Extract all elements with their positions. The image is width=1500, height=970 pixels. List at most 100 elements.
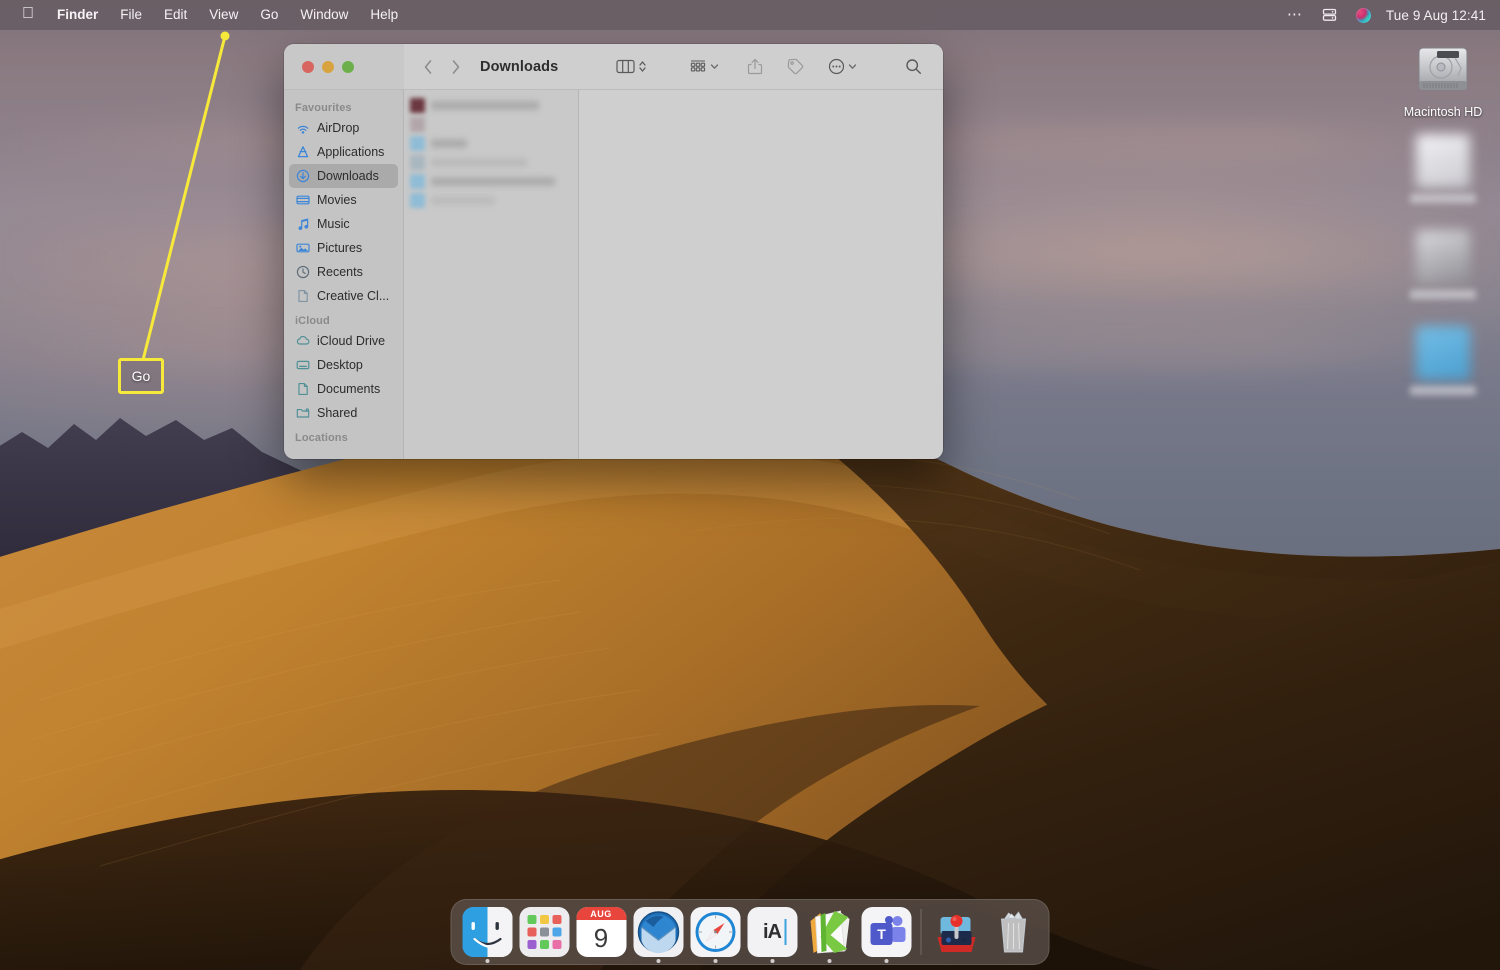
dock-item-calendar[interactable]: AUG 9 [573, 903, 630, 961]
cloud-icon [295, 334, 310, 349]
back-button[interactable] [414, 54, 442, 80]
sidebar-item-downloads[interactable]: Downloads [289, 164, 398, 188]
dock-item-thunderbird[interactable] [630, 903, 687, 963]
sidebar-item-desktop[interactable]: Desktop [289, 353, 398, 377]
file-icon [410, 136, 425, 151]
dock[interactable]: AUG 9 iA T [450, 899, 1050, 965]
dock-item-kindle[interactable] [801, 903, 858, 963]
sidebar-section-locations: Locations [295, 432, 348, 444]
ia-writer-cursor [784, 919, 786, 945]
share-button[interactable] [740, 55, 770, 78]
blurred-desktop-icon-label [1410, 386, 1476, 395]
file-list-row[interactable] [404, 172, 578, 191]
zoom-button[interactable] [342, 60, 354, 73]
siri-orb-icon[interactable] [1347, 7, 1380, 23]
file-name-redacted [431, 101, 539, 110]
file-list-row[interactable] [404, 191, 578, 210]
desktop[interactable]:  Finder File Edit View Go Window Help ⋯ [0, 0, 1500, 970]
menu-bar-items[interactable]:  Finder File Edit View Go Window Help [0, 4, 409, 26]
dock-running-indicator [485, 959, 489, 963]
sidebar-item-creative-cloud[interactable]: Creative Cl... [289, 284, 398, 308]
document-icon [295, 289, 310, 304]
screen-mirroring-icon[interactable] [1312, 8, 1347, 22]
menubar-item-edit[interactable]: Edit [153, 4, 198, 26]
dock-item-finder[interactable] [459, 903, 516, 963]
calendar-day: 9 [593, 923, 609, 953]
finder-sidebar[interactable]: Favourites AirDrop Applications Download… [284, 90, 403, 459]
tag-button[interactable] [780, 55, 811, 78]
hard-drive-icon [1418, 47, 1468, 91]
file-icon [410, 155, 425, 170]
sidebar-item-shared[interactable]: Shared [289, 401, 398, 425]
microsoft-teams-icon: T [861, 907, 911, 957]
tag-icon [787, 58, 804, 75]
dock-item-launchpad[interactable] [516, 903, 573, 961]
desktop-icon-blurred-2[interactable] [1393, 230, 1493, 299]
sidebar-item-pictures[interactable]: Pictures [289, 236, 398, 260]
sidebar-item-label: Documents [317, 382, 381, 396]
chevron-left-icon [424, 59, 432, 74]
dock-item-trash[interactable] [985, 903, 1042, 961]
menubar-item-go[interactable]: Go [249, 4, 289, 26]
applications-icon [295, 145, 310, 160]
finder-preview-column[interactable] [579, 90, 943, 459]
desktop-icon-blurred-1[interactable] [1393, 134, 1493, 203]
joystick-icon [931, 907, 981, 957]
file-name-redacted [431, 177, 555, 186]
more-actions-button[interactable] [821, 55, 864, 78]
recents-clock-icon [295, 265, 310, 280]
menubar-item-finder[interactable]: Finder [46, 4, 109, 26]
group-by-button[interactable] [682, 56, 726, 77]
dock-running-indicator [713, 959, 717, 963]
search-button[interactable] [898, 55, 929, 78]
finder-toolbar[interactable]: Downloads [284, 44, 943, 90]
blurred-desktop-icon [1416, 134, 1470, 188]
dock-running-indicator [656, 959, 660, 963]
minimize-button[interactable] [322, 60, 334, 73]
dock-item-ia-writer[interactable]: iA [744, 903, 801, 963]
menubar-item-help[interactable]: Help [359, 4, 409, 26]
desktop-icon-blurred-3[interactable] [1393, 326, 1493, 395]
file-list-row[interactable] [404, 153, 578, 172]
finder-file-list[interactable] [403, 90, 579, 459]
finder-icon [462, 907, 512, 957]
sidebar-item-music[interactable]: Music [289, 212, 398, 236]
desktop-icon-macintosh-hd[interactable]: Macintosh HD [1393, 38, 1493, 119]
file-list-row[interactable] [404, 134, 578, 153]
window-controls[interactable] [284, 44, 404, 89]
launchpad-icon [519, 907, 569, 957]
blurred-desktop-icon [1416, 230, 1470, 284]
menubar-item-window[interactable]: Window [289, 4, 359, 26]
view-column-button[interactable] [609, 56, 654, 77]
sidebar-item-icloud-drive[interactable]: iCloud Drive [289, 329, 398, 353]
sidebar-item-recents[interactable]: Recents [289, 260, 398, 284]
file-list-row[interactable] [404, 115, 578, 134]
shared-folder-icon [295, 406, 310, 421]
file-icon [410, 117, 425, 132]
dock-item-safari[interactable] [687, 903, 744, 963]
menubar-clock[interactable]: Tue 9 Aug 12:41 [1380, 8, 1486, 23]
sidebar-item-airdrop[interactable]: AirDrop [289, 116, 398, 140]
kindle-k-icon [804, 907, 854, 957]
menubar-item-file[interactable]: File [109, 4, 153, 26]
dock-item-microsoft-teams[interactable]: T [858, 903, 915, 963]
close-button[interactable] [302, 60, 314, 73]
forward-button[interactable] [442, 54, 470, 80]
finder-window[interactable]: Downloads Favourites AirDrop Application… [284, 44, 943, 459]
apple-logo-icon[interactable]:  [10, 5, 46, 25]
sidebar-item-movies[interactable]: Movies [289, 188, 398, 212]
menu-bar[interactable]:  Finder File Edit View Go Window Help ⋯ [0, 0, 1500, 30]
file-list-row[interactable] [404, 96, 578, 115]
dock-item-arcade[interactable] [928, 903, 985, 961]
document-icon [295, 382, 310, 397]
control-center-dots-icon[interactable]: ⋯ [1278, 7, 1312, 22]
sidebar-item-documents[interactable]: Documents [289, 377, 398, 401]
blurred-desktop-icon [1416, 326, 1470, 380]
finder-body: Favourites AirDrop Applications Download… [284, 90, 943, 459]
sidebar-item-applications[interactable]: Applications [289, 140, 398, 164]
sidebar-item-label: Recents [317, 265, 363, 279]
ia-writer-glyph: iA [763, 920, 782, 943]
menubar-item-view[interactable]: View [198, 4, 249, 26]
menu-bar-status-area[interactable]: ⋯ Tue 9 Aug 12:41 [1278, 7, 1500, 23]
stepper-updown-icon[interactable] [638, 59, 647, 74]
